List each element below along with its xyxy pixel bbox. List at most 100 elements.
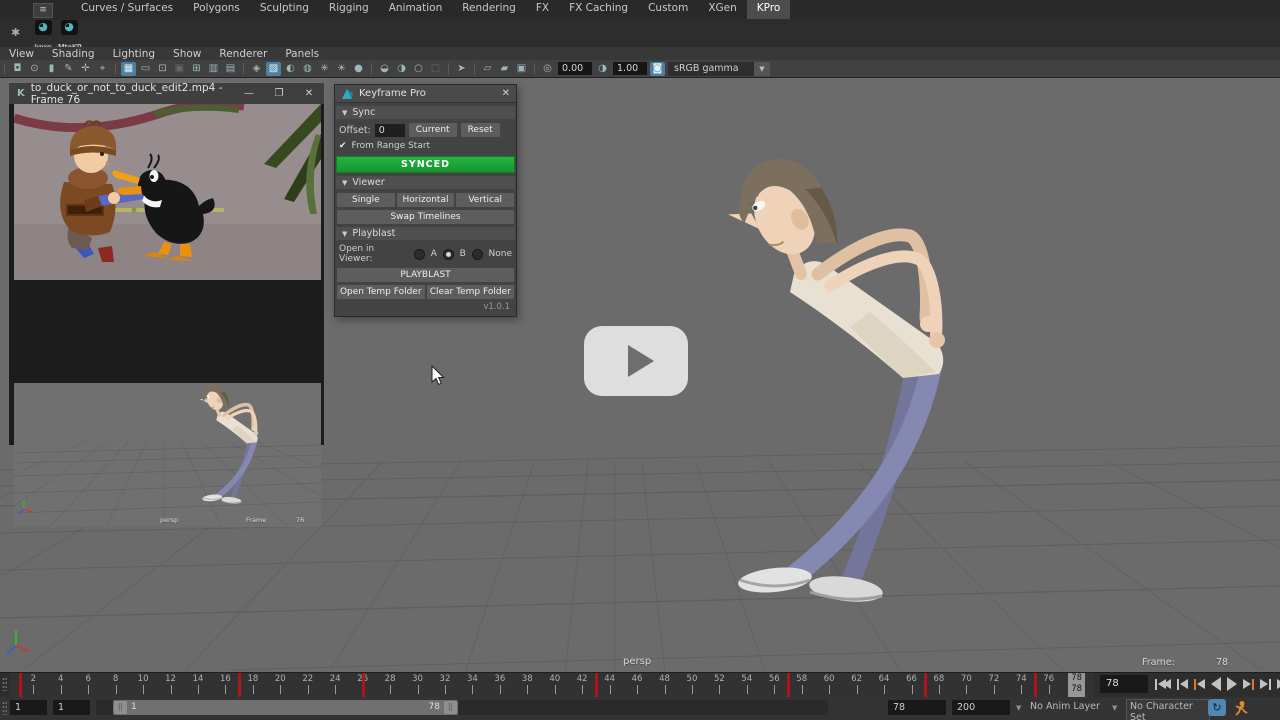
- tab-custom[interactable]: Custom: [638, 0, 698, 19]
- shelf-gear-icon[interactable]: ✱: [11, 26, 20, 39]
- range-grip[interactable]: [2, 701, 7, 715]
- step-back-frame-button[interactable]: [1191, 676, 1207, 692]
- swap-timelines-button[interactable]: Swap Timelines: [337, 210, 514, 224]
- minimize-button[interactable]: —: [234, 88, 264, 99]
- clear-temp-folder-button[interactable]: Clear Temp Folder: [427, 285, 515, 299]
- tab-kpro[interactable]: KPro: [747, 0, 791, 19]
- step-forward-key-button[interactable]: [1257, 676, 1273, 692]
- animation-start-field[interactable]: 1: [53, 700, 90, 715]
- viewer-section-header[interactable]: ▼ Viewer: [336, 176, 515, 189]
- shelf-menu-icon[interactable]: ≡: [33, 3, 53, 18]
- keyframe-marker-26[interactable]: [362, 673, 365, 697]
- tab-rigging[interactable]: Rigging: [319, 0, 379, 19]
- resolution-gate-icon[interactable]: ⊡: [155, 62, 170, 76]
- safe-action-icon[interactable]: ▥: [206, 62, 221, 76]
- tab-sculpting[interactable]: Sculpting: [250, 0, 319, 19]
- open-temp-folder-button[interactable]: Open Temp Folder: [337, 285, 425, 299]
- tab-rendering[interactable]: Rendering: [452, 0, 526, 19]
- menu-panels[interactable]: Panels: [276, 48, 328, 60]
- field-chart-icon[interactable]: ⊞: [189, 62, 204, 76]
- move-tool-icon[interactable]: ✛: [78, 62, 93, 76]
- tab-animation[interactable]: Animation: [379, 0, 453, 19]
- gamma-icon[interactable]: ◙: [650, 62, 665, 76]
- shaded-cube-icon[interactable]: ▧: [266, 62, 281, 76]
- isolate-view-icon[interactable]: ▰: [497, 62, 512, 76]
- keyframe-pro-titlebar[interactable]: Keyframe Pro ✕: [335, 85, 516, 103]
- menu-lighting[interactable]: Lighting: [104, 48, 164, 60]
- contrast-field[interactable]: 1.00: [613, 62, 647, 75]
- keyframe-marker-43[interactable]: [595, 673, 598, 697]
- default-material-icon[interactable]: ◐: [283, 62, 298, 76]
- horizontal-button[interactable]: Horizontal: [397, 193, 455, 207]
- range-start-handle[interactable]: ⣿: [114, 701, 127, 714]
- exposure-icon[interactable]: ◎: [540, 62, 555, 76]
- chevron-down-icon[interactable]: ▼: [1016, 704, 1021, 712]
- circle-icon[interactable]: ○: [411, 62, 426, 76]
- animation-preferences-icon[interactable]: [1233, 700, 1249, 717]
- playback-end-field[interactable]: 78: [888, 700, 946, 715]
- video-window-titlebar[interactable]: K to_duck_or_not_to_duck_edit2.mp4 - Fra…: [9, 83, 324, 104]
- tab-fx-caching[interactable]: FX Caching: [559, 0, 638, 19]
- contrast-icon[interactable]: ◑: [595, 62, 610, 76]
- keyframe-marker-67[interactable]: [924, 673, 927, 697]
- exposure-field[interactable]: 0.00: [558, 62, 592, 75]
- safe-title-icon[interactable]: ▤: [223, 62, 238, 76]
- gate-mask-icon[interactable]: ▣: [172, 62, 187, 76]
- vertical-button[interactable]: Vertical: [456, 193, 514, 207]
- playblast-button[interactable]: PLAYBLAST: [337, 268, 514, 282]
- range-slider-track[interactable]: ⣿ 1 78 ⣿: [96, 700, 828, 715]
- go-to-start-button[interactable]: [1152, 676, 1173, 692]
- synced-button[interactable]: SYNCED: [336, 156, 515, 173]
- sync-section-header[interactable]: ▼ Sync: [336, 106, 515, 119]
- tab-fx[interactable]: FX: [526, 0, 559, 19]
- video-play-button[interactable]: [584, 326, 688, 396]
- character-set-dropdown[interactable]: No Character Set: [1126, 699, 1210, 720]
- menu-renderer[interactable]: Renderer: [210, 48, 276, 60]
- menu-show[interactable]: Show: [164, 48, 210, 60]
- timeline-ticks[interactable]: 78 78 2468101214161820222426283032343638…: [10, 673, 1094, 697]
- image-plane-icon[interactable]: ▣: [514, 62, 529, 76]
- current-button[interactable]: Current: [409, 123, 457, 137]
- keyframe-pro-window[interactable]: Keyframe Pro ✕ ▼ Sync Offset: 0 Current …: [334, 84, 517, 317]
- textured-icon[interactable]: ◍: [300, 62, 315, 76]
- bookmark-icon[interactable]: ▮: [44, 62, 59, 76]
- chevron-down-icon[interactable]: ▼: [754, 62, 770, 76]
- anim-layer-dropdown[interactable]: No Anim Layer: [1030, 701, 1100, 712]
- single-button[interactable]: Single: [337, 193, 395, 207]
- tab-curves-surfaces[interactable]: Curves / Surfaces: [71, 0, 183, 19]
- menu-view[interactable]: View: [0, 48, 43, 60]
- isolate-select-icon[interactable]: ▱: [480, 62, 495, 76]
- time-slider[interactable]: 78 78 2468101214161820222426283032343638…: [0, 672, 1280, 697]
- keyframe-marker-17[interactable]: [238, 673, 241, 697]
- play-forwards-button[interactable]: [1224, 676, 1239, 692]
- camera-icon[interactable]: ◘: [10, 62, 25, 76]
- range-slider-bar[interactable]: ⣿ 1 78 ⣿: [113, 700, 458, 715]
- wireframe-icon[interactable]: ✳: [317, 62, 332, 76]
- plate-icon[interactable]: ▢: [428, 62, 443, 76]
- go-to-end-button[interactable]: [1274, 676, 1280, 692]
- keyframe-marker-1[interactable]: [19, 673, 22, 697]
- current-frame-field[interactable]: 78: [1100, 675, 1148, 693]
- ao-icon[interactable]: ◒: [377, 62, 392, 76]
- current-frame-indicator[interactable]: 78 78: [1068, 673, 1085, 697]
- lights-icon[interactable]: ☀: [334, 62, 349, 76]
- draw-tool-icon[interactable]: ⌖: [95, 62, 110, 76]
- menu-shading[interactable]: Shading: [43, 48, 104, 60]
- viewer-b-radio[interactable]: [443, 249, 454, 260]
- viewer-a-radio[interactable]: [414, 249, 425, 260]
- video-player-window[interactable]: K to_duck_or_not_to_duck_edit2.mp4 - Fra…: [8, 82, 325, 446]
- step-back-key-button[interactable]: [1174, 676, 1190, 692]
- timeline-grip[interactable]: [2, 677, 7, 691]
- motion-blur-icon[interactable]: ◑: [394, 62, 409, 76]
- playback-start-field[interactable]: 1: [10, 700, 47, 715]
- maximize-button[interactable]: ❐: [264, 88, 294, 99]
- from-range-start-checkbox[interactable]: ✔: [339, 141, 347, 151]
- gamma-dropdown[interactable]: sRGB gamma ▼: [668, 62, 770, 76]
- keyframe-marker-57[interactable]: [787, 673, 790, 697]
- film-gate-icon[interactable]: ▭: [138, 62, 153, 76]
- select-cursor-icon[interactable]: ➤: [454, 62, 469, 76]
- chevron-down-icon[interactable]: ▼: [1112, 704, 1117, 712]
- keyframe-marker-75[interactable]: [1034, 673, 1037, 697]
- play-backwards-button[interactable]: [1208, 676, 1223, 692]
- camera-attrs-icon[interactable]: ⊙: [27, 62, 42, 76]
